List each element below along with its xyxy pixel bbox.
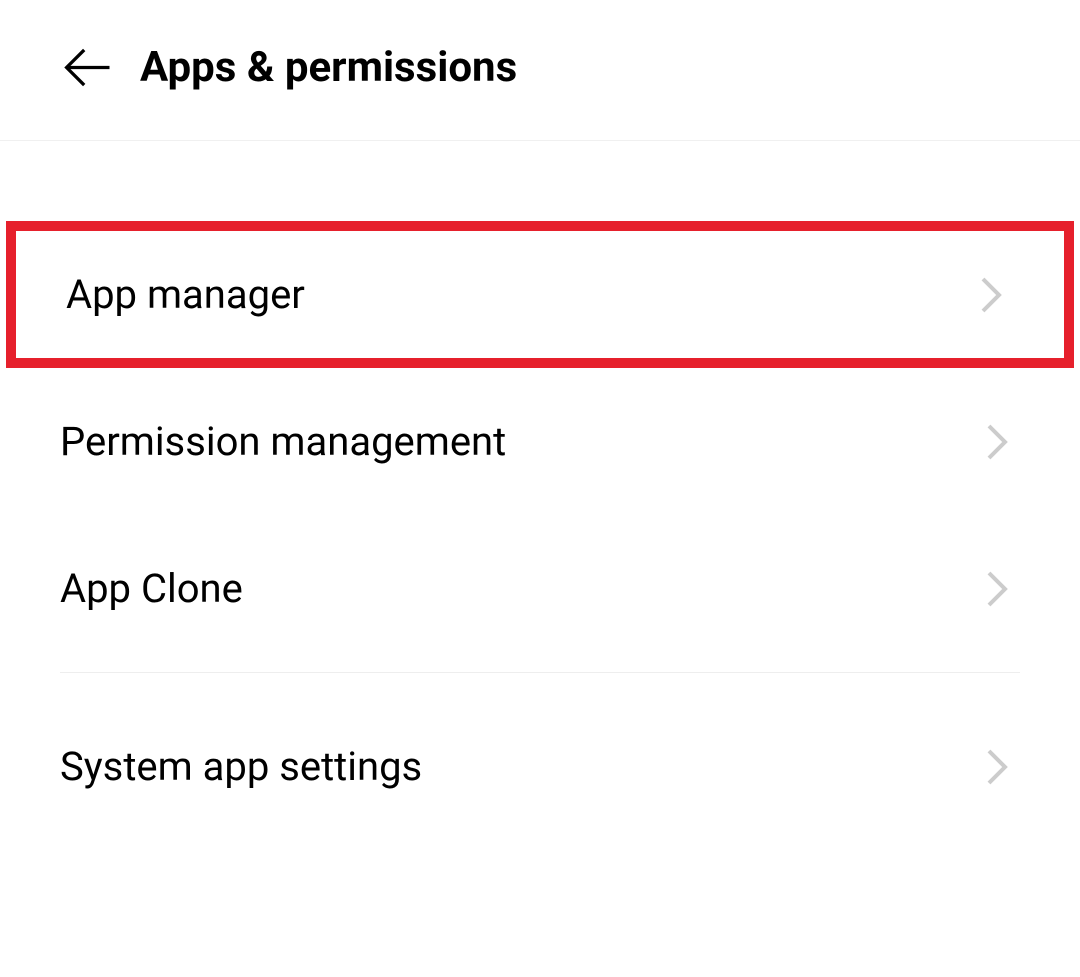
chevron-right-icon [984,747,1010,787]
list-item-label: Permission management [60,418,506,465]
list-item-label: App manager [66,271,305,318]
chevron-right-icon [984,422,1010,462]
list-item-label: System app settings [60,743,422,790]
chevron-right-icon [984,569,1010,609]
list-item-label: App Clone [60,565,243,612]
page-title: Apps & permissions [140,43,517,92]
list-item-app-clone[interactable]: App Clone [0,515,1080,662]
list-item-permission-management[interactable]: Permission management [0,368,1080,515]
list-item-system-app-settings[interactable]: System app settings [0,673,1080,840]
chevron-right-icon [978,275,1004,315]
back-arrow-icon[interactable] [60,40,115,95]
list-item-app-manager[interactable]: App manager [6,221,1074,368]
settings-list: App manager Permission management App Cl… [0,141,1080,840]
header: Apps & permissions [0,0,1080,141]
